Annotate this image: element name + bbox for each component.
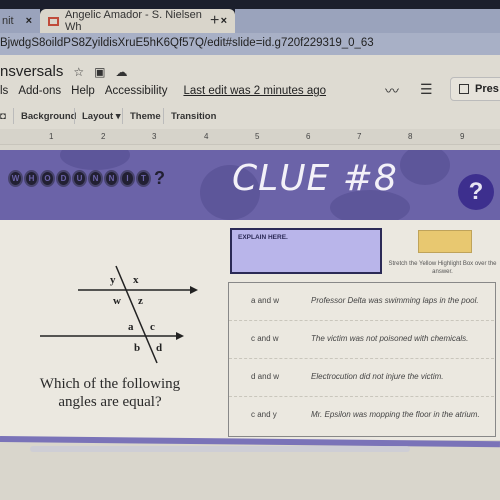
last-edit-link[interactable]: Last edit was 2 minutes ago <box>183 85 326 97</box>
ruler-mark: 7 <box>357 132 362 141</box>
angle-label-c: c <box>150 321 155 333</box>
banner-decoration <box>400 150 450 185</box>
yellow-highlight-box[interactable] <box>418 230 472 253</box>
browser-tab-active[interactable]: Angelic Amador - S. Nielsen Wh × <box>40 9 235 33</box>
toolbar-icon[interactable]: ◘ <box>0 111 6 122</box>
option-clue: Electrocution did not injure the victim. <box>311 372 444 381</box>
comments-icon[interactable]: ☰ <box>420 81 433 98</box>
option-clue: The victim was not poisoned with chemica… <box>311 334 469 343</box>
browser-tab[interactable]: nit × <box>0 9 40 33</box>
angle-label-w: w <box>113 295 121 307</box>
transition-button[interactable]: Transition <box>171 111 216 122</box>
logo-letter: N <box>104 170 119 187</box>
option-angles: d and w <box>251 372 280 381</box>
ruler-mark: 2 <box>101 132 106 141</box>
angle-label-y: y <box>110 274 116 286</box>
tabbar-empty <box>235 9 500 33</box>
ruler-mark: 6 <box>306 132 311 141</box>
menu-help[interactable]: Help <box>71 85 95 97</box>
answer-option-row[interactable]: c and y Mr. Epsilon was mopping the floo… <box>229 397 494 435</box>
banner-decoration <box>60 150 130 170</box>
slide-banner: W H O D U N N I T ? CLUE #8 ? <box>0 150 500 220</box>
arrow-icon <box>176 332 184 340</box>
toolbar-divider <box>13 108 14 124</box>
option-angles: a and w <box>251 296 280 305</box>
angle-label-z: z <box>138 295 143 307</box>
answer-options-table: a and w Professor Delta was swimming lap… <box>228 282 496 437</box>
ruler-mark: 9 <box>460 132 465 141</box>
option-angles: c and w <box>251 334 279 343</box>
app-header: nsversals ☆ ▣ ☁ ls Add-ons Help Accessib… <box>0 55 500 103</box>
explain-label: EXPLAIN HERE. <box>238 234 288 241</box>
option-clue: Mr. Epsilon was mopping the floor in the… <box>311 410 480 419</box>
logo-question-mark: ? <box>154 168 165 188</box>
new-tab-button[interactable]: + <box>210 12 219 30</box>
whodunnit-logo: W H O D U N N I T ? <box>8 168 165 189</box>
document-title[interactable]: nsversals <box>0 63 63 80</box>
theme-button[interactable]: Theme <box>130 111 161 122</box>
toolbar-divider <box>163 108 164 124</box>
explain-textbox[interactable]: EXPLAIN HERE. <box>230 228 382 274</box>
browser-tabbar: nit × Angelic Amador - S. Nielsen Wh × + <box>0 0 500 33</box>
logo-letter: H <box>24 170 39 187</box>
cloud-icon: ☁ <box>115 64 128 79</box>
logo-letter: W <box>8 170 23 187</box>
ruler-mark: 8 <box>408 132 413 141</box>
logo-letter: T <box>136 170 151 187</box>
logo-letter: N <box>88 170 103 187</box>
ruler-mark: 1 <box>49 132 54 141</box>
address-bar[interactable]: BjwdgS8oildPS8ZyildisXruE5hK6Qf57Q/edit#… <box>0 33 500 55</box>
arrow-icon <box>190 286 198 294</box>
ruler[interactable]: 1 2 3 4 5 6 7 8 9 <box>0 129 500 145</box>
menu-bar: ls Add-ons Help Accessibility Last edit … <box>0 85 326 97</box>
highlight-instruction: Stretch the Yellow Highlight Box over th… <box>388 261 497 275</box>
angle-label-x: x <box>133 274 139 286</box>
speaker-notes-divider <box>30 446 410 452</box>
help-question-icon: ? <box>458 174 494 210</box>
ruler-mark: 4 <box>204 132 209 141</box>
answer-option-row[interactable]: d and w Electrocution did not injure the… <box>229 359 494 397</box>
ruler-mark: 5 <box>255 132 260 141</box>
activity-trend-icon[interactable]: 〰 <box>385 81 399 101</box>
answer-option-row[interactable]: a and w Professor Delta was swimming lap… <box>229 283 494 321</box>
angle-label-b: b <box>134 342 140 354</box>
tab-label: Angelic Amador - S. Nielsen Wh <box>64 9 202 33</box>
question-text: Which of the following angles are equal? <box>39 376 181 410</box>
toolbar: ◘ Background Layout ▾ Theme Transition <box>0 103 500 129</box>
answer-option-row[interactable]: c and w The victim was not poisoned with… <box>229 321 494 359</box>
layout-dropdown[interactable]: Layout ▾ <box>82 111 121 122</box>
close-tab-icon[interactable]: × <box>26 15 32 27</box>
logo-letter: I <box>120 170 135 187</box>
present-button[interactable]: Pres <box>450 77 500 101</box>
menu-accessibility[interactable]: Accessibility <box>105 85 168 97</box>
clue-title: CLUE #8 <box>232 158 398 199</box>
angle-label-d: d <box>156 342 162 354</box>
option-clue: Professor Delta was swimming laps in the… <box>311 296 479 305</box>
logo-letter: U <box>72 170 87 187</box>
menu-tools[interactable]: ls <box>0 85 8 97</box>
star-icon[interactable]: ☆ <box>73 65 84 79</box>
background-button[interactable]: Background <box>21 111 76 122</box>
slides-favicon-icon <box>48 16 59 26</box>
toolbar-divider <box>74 108 75 124</box>
toolbar-divider <box>122 108 123 124</box>
tab-label: nit <box>2 15 14 27</box>
menu-addons[interactable]: Add-ons <box>18 85 61 97</box>
option-angles: c and y <box>251 410 277 419</box>
present-icon <box>459 84 469 94</box>
close-tab-icon[interactable]: × <box>221 15 227 27</box>
angle-label-a: a <box>128 321 134 333</box>
ruler-mark: 3 <box>152 132 157 141</box>
folder-icon[interactable]: ▣ <box>94 65 105 79</box>
logo-letter: O <box>40 170 55 187</box>
logo-letter: D <box>56 170 71 187</box>
transversal-diagram: y x w z a c b d <box>40 265 198 364</box>
present-label: Pres <box>475 83 499 95</box>
